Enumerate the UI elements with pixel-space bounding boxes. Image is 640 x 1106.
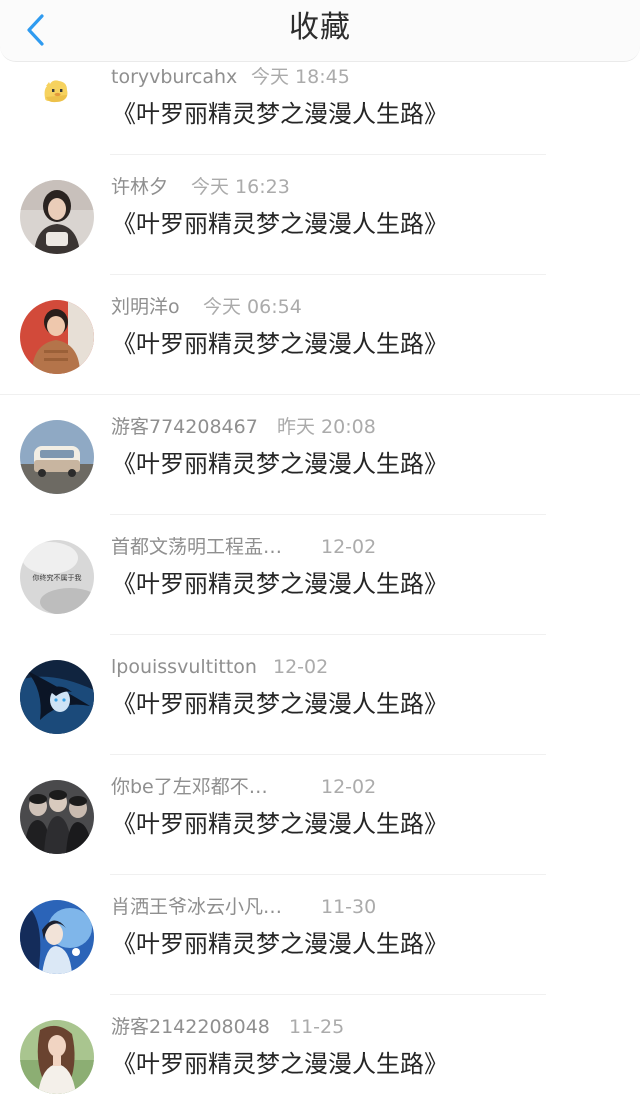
user-name[interactable]: 许林夕 [111, 172, 168, 202]
list-item[interactable]: 许林夕 今天 16:23 《叶罗丽精灵梦之漫漫人生路》 [0, 155, 640, 275]
list-item[interactable]: 你终究不属于我 首都文荡明工程盂… 12-02 《叶罗丽精灵梦之漫漫人生路》 [0, 515, 640, 635]
user-name[interactable]: 肖洒王爷冰云小凡… [111, 892, 282, 922]
avatar[interactable] [20, 1020, 94, 1094]
item-meta: toryvburcahx 今天 18:45 [111, 62, 350, 92]
favorite-title[interactable]: 《叶罗丽精灵梦之漫漫人生路》 [112, 207, 448, 241]
list-item[interactable]: lpouissvultitton 12-02 《叶罗丽精灵梦之漫漫人生路》 [0, 635, 640, 755]
list-item[interactable]: 肖洒王爷冰云小凡… 11-30 《叶罗丽精灵梦之漫漫人生路》 [0, 875, 640, 995]
favorite-title[interactable]: 《叶罗丽精灵梦之漫漫人生路》 [112, 447, 448, 481]
list-item[interactable]: 你be了左邓都不… 12-02 《叶罗丽精灵梦之漫漫人生路》 [0, 755, 640, 875]
avatar[interactable] [20, 900, 94, 974]
item-meta: 你be了左邓都不… 12-02 [111, 772, 376, 802]
user-name[interactable]: 游客774208467 [111, 412, 258, 442]
favorite-title[interactable]: 《叶罗丽精灵梦之漫漫人生路》 [112, 97, 448, 131]
avatar[interactable]: 你终究不属于我 [20, 540, 94, 614]
page-title: 收藏 [289, 10, 351, 45]
duck-emoji-icon [38, 73, 74, 109]
timestamp: 12-02 [321, 776, 377, 798]
favorite-title[interactable]: 《叶罗丽精灵梦之漫漫人生路》 [112, 1047, 448, 1081]
favorites-screen: 收藏 toryvburcahx 今天 18:45 《叶罗丽精灵梦之漫漫人生路》 [0, 0, 640, 1106]
avatar[interactable] [20, 180, 94, 254]
list-item[interactable]: 游客2142208048 11-25 《叶罗丽精灵梦之漫漫人生路》 [0, 995, 640, 1106]
nav-bar: 收藏 [0, 0, 640, 62]
user-name[interactable]: 游客2142208048 [111, 1012, 270, 1042]
item-meta: 肖洒王爷冰云小凡… 11-30 [111, 892, 376, 922]
favorite-title[interactable]: 《叶罗丽精灵梦之漫漫人生路》 [112, 807, 448, 841]
favorite-title[interactable]: 《叶罗丽精灵梦之漫漫人生路》 [112, 927, 448, 961]
favorites-list: toryvburcahx 今天 18:45 《叶罗丽精灵梦之漫漫人生路》 许林夕 [0, 62, 640, 1106]
avatar[interactable] [20, 660, 94, 734]
item-meta: 游客2142208048 11-25 [111, 1012, 344, 1042]
avatar[interactable] [20, 420, 94, 494]
timestamp: 11-30 [321, 896, 377, 918]
user-name[interactable]: 刘明洋o [111, 292, 180, 322]
favorite-title[interactable]: 《叶罗丽精灵梦之漫漫人生路》 [112, 567, 448, 601]
timestamp: 今天 16:23 [191, 176, 290, 198]
timestamp: 今天 06:54 [203, 296, 302, 318]
item-meta: 游客774208467 昨天 20:08 [111, 412, 376, 442]
list-item[interactable]: 游客774208467 昨天 20:08 《叶罗丽精灵梦之漫漫人生路》 [0, 395, 640, 515]
item-meta: 刘明洋o 今天 06:54 [111, 292, 302, 322]
item-meta: 首都文荡明工程盂… 12-02 [111, 532, 376, 562]
timestamp: 12-02 [273, 656, 329, 678]
item-meta: 许林夕 今天 16:23 [111, 172, 290, 202]
timestamp: 今天 18:45 [251, 66, 350, 88]
favorite-title[interactable]: 《叶罗丽精灵梦之漫漫人生路》 [112, 327, 448, 361]
favorite-title[interactable]: 《叶罗丽精灵梦之漫漫人生路》 [112, 687, 448, 721]
avatar[interactable] [20, 780, 94, 854]
timestamp: 11-25 [289, 1016, 345, 1038]
avatar-caption: 你终究不属于我 [33, 573, 82, 582]
timestamp: 昨天 20:08 [277, 416, 376, 438]
user-name[interactable]: 你be了左邓都不… [111, 772, 268, 802]
item-meta: lpouissvultitton 12-02 [111, 652, 328, 682]
user-name[interactable]: 首都文荡明工程盂… [111, 532, 282, 562]
user-name[interactable]: toryvburcahx [111, 62, 237, 92]
timestamp: 12-02 [321, 536, 377, 558]
list-item[interactable]: toryvburcahx 今天 18:45 《叶罗丽精灵梦之漫漫人生路》 [0, 62, 640, 155]
user-name[interactable]: lpouissvultitton [111, 652, 257, 682]
avatar[interactable] [20, 300, 94, 374]
list-item[interactable]: 刘明洋o 今天 06:54 《叶罗丽精灵梦之漫漫人生路》 [0, 275, 640, 395]
